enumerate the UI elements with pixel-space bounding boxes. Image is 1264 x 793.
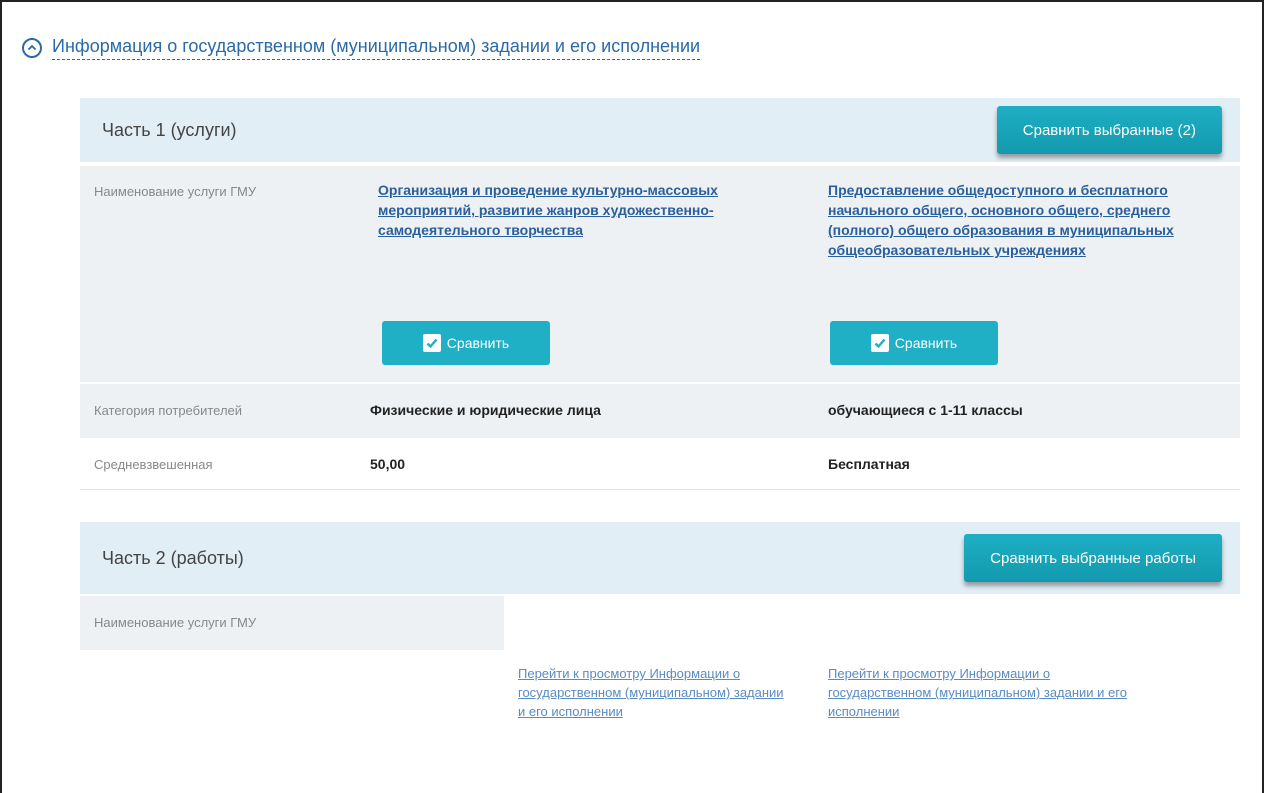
section-header: Информация о государственном (муниципаль… [22,36,701,60]
compare-label-1: Сравнить [446,335,510,351]
consumer-category-label: Категория потребителей [94,403,243,418]
weighted-avg-value-1: 50,00 [370,456,406,472]
compare-label-2: Сравнить [894,335,958,351]
service-link-2[interactable]: Предоставление общедоступного и бесплатн… [828,180,1188,260]
part2-header: Часть 2 (работы) Сравнить выбранные рабо… [80,522,1240,594]
page-frame: Информация о государственном (муниципаль… [0,0,1264,793]
compare-button-1[interactable]: Сравнить [382,321,550,365]
weighted-avg-row: Средневзвешенная 50,00 Бесплатная [80,440,1240,490]
checkbox-checked-icon [870,334,889,352]
section-title[interactable]: Информация о государственном (муниципаль… [52,36,701,60]
part1-header: Часть 1 (услуги) Сравнить выбранные (2) [80,98,1240,162]
part2-service-name-label: Наименование услуги ГМУ [94,615,257,630]
service-name-label: Наименование услуги ГМУ [94,184,257,199]
consumer-category-value-1: Физические и юридические лица [370,402,601,418]
checkbox-checked-icon [422,334,441,352]
service-link-1[interactable]: Организация и проведение культурно-массо… [378,180,778,240]
collapse-circle-up-icon[interactable] [22,38,42,58]
work-info-link-2[interactable]: Перейти к просмотру Информации о государ… [828,664,1148,721]
consumer-category-row: Категория потребителей Физические и юрид… [80,384,1240,438]
weighted-avg-value-2: Бесплатная [828,456,910,472]
consumer-category-value-2: обучающиеся с 1-11 классы [828,402,1023,418]
part2-title: Часть 2 (работы) [102,547,244,568]
compare-selected-works-button[interactable]: Сравнить выбранные работы [964,534,1222,582]
compare-button-2[interactable]: Сравнить [830,321,998,365]
compare-selected-button[interactable]: Сравнить выбранные (2) [996,106,1222,154]
part1-title: Часть 1 (услуги) [102,119,237,140]
weighted-avg-label: Средневзвешенная [94,457,213,472]
work-info-link-1[interactable]: Перейти к просмотру Информации о государ… [518,664,788,721]
service-name-row: Наименование услуги ГМУ Организация и пр… [80,166,1240,382]
part2-service-name-cell: Наименование услуги ГМУ [80,596,504,650]
